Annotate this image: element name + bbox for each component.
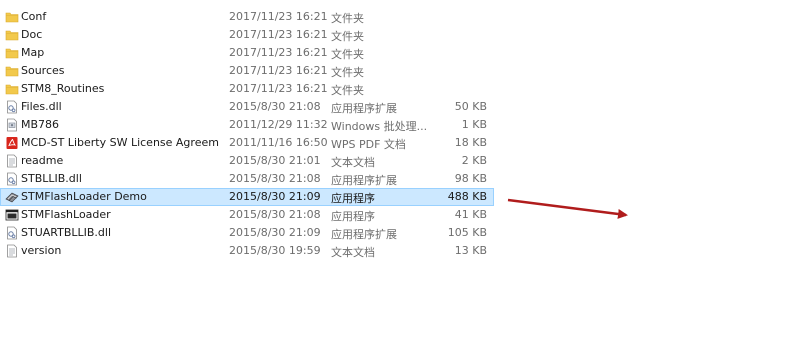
file-name: MB786: [21, 118, 60, 131]
file-row[interactable]: readme 2015/8/30 21:01 文本文档 2 KB: [0, 152, 494, 170]
file-type: 应用程序: [331, 210, 375, 223]
file-size: 18 KB: [454, 136, 487, 149]
batch-file-icon: [7, 118, 17, 132]
file-type: 文件夹: [331, 48, 364, 61]
file-modified-date: 2015/8/30 21:09: [229, 226, 321, 239]
file-type: 应用程序: [331, 192, 375, 205]
folder-icon: [5, 12, 19, 23]
file-size: 98 KB: [454, 172, 487, 185]
file-name: Conf: [21, 10, 47, 23]
file-modified-date: 2015/8/30 21:08: [229, 172, 321, 185]
file-type: 文件夹: [331, 12, 364, 25]
file-row[interactable]: Files.dll 2015/8/30 21:08 应用程序扩展 50 KB: [0, 98, 494, 116]
dll-icon: [7, 172, 17, 186]
file-row[interactable]: Doc 2017/11/23 16:21 文件夹: [0, 26, 494, 44]
file-modified-date: 2017/11/23 16:21: [229, 82, 328, 95]
file-row[interactable]: STMFlashLoader 2015/8/30 21:08 应用程序 41 KB: [0, 206, 494, 224]
flashloader-app-icon: [5, 192, 19, 203]
file-size: 1 KB: [461, 118, 487, 131]
file-modified-date: 2017/11/23 16:21: [229, 10, 328, 23]
file-name: STBLLIB.dll: [21, 172, 82, 185]
file-name: Sources: [21, 64, 65, 77]
file-name: readme: [21, 154, 64, 167]
folder-icon: [5, 66, 19, 77]
file-list: Conf 2017/11/23 16:21 文件夹 Doc 2017/11/23 16:…: [0, 8, 494, 260]
file-modified-date: 2015/8/30 21:09: [229, 190, 321, 203]
file-type: 文本文档: [331, 156, 375, 169]
text-file-icon: [7, 244, 17, 258]
file-name: MCD-ST Liberty SW License Agreeme...: [21, 136, 219, 149]
file-size: 41 KB: [454, 208, 487, 221]
file-row[interactable]: Sources 2017/11/23 16:21 文件夹: [0, 62, 494, 80]
file-modified-date: 2017/11/23 16:21: [229, 46, 328, 59]
file-type: 文件夹: [331, 84, 364, 97]
file-row[interactable]: STMFlashLoader Demo 2015/8/30 21:09 应用程序 48…: [0, 188, 494, 206]
file-name: STMFlashLoader: [21, 208, 111, 221]
pdf-icon: [6, 137, 18, 149]
file-row[interactable]: Conf 2017/11/23 16:21 文件夹: [0, 8, 494, 26]
file-size: 2 KB: [461, 154, 487, 167]
file-name: Map: [21, 46, 45, 59]
file-modified-date: 2015/8/30 19:59: [229, 244, 321, 257]
file-row[interactable]: STUARTBLLIB.dll 2015/8/30 21:09 应用程序扩展 105 …: [0, 224, 494, 242]
file-size: 13 KB: [454, 244, 487, 257]
file-type: WPS PDF 文档: [331, 138, 406, 151]
file-row[interactable]: MCD-ST Liberty SW License Agreeme... 2011…: [0, 134, 494, 152]
file-row[interactable]: version 2015/8/30 19:59 文本文档 13 KB: [0, 242, 494, 260]
folder-icon: [5, 84, 19, 95]
file-modified-date: 2011/11/16 16:50: [229, 136, 328, 149]
file-row[interactable]: Map 2017/11/23 16:21 文件夹: [0, 44, 494, 62]
dll-icon: [7, 226, 17, 240]
file-type: 应用程序扩展: [331, 174, 397, 187]
folder-icon: [5, 48, 19, 59]
file-name: version: [21, 244, 62, 257]
text-file-icon: [7, 154, 17, 168]
file-modified-date: 2011/12/29 11:32: [229, 118, 328, 131]
file-type: 文本文档: [331, 246, 375, 259]
file-type: 文件夹: [331, 66, 364, 79]
file-size: 105 KB: [447, 226, 487, 239]
folder-icon: [5, 30, 19, 41]
file-row[interactable]: STBLLIB.dll 2015/8/30 21:08 应用程序扩展 98 KB: [0, 170, 494, 188]
file-type: 应用程序扩展: [331, 102, 397, 115]
file-size: 488 KB: [447, 190, 487, 203]
file-row[interactable]: STM8_Routines 2017/11/23 16:21 文件夹: [0, 80, 494, 98]
file-row[interactable]: MB786 2011/12/29 11:32 Windows 批处理... 1 KB: [0, 116, 494, 134]
file-name: STUARTBLLIB.dll: [21, 226, 112, 239]
file-name: STMFlashLoader Demo: [21, 190, 147, 203]
file-type: Windows 批处理...: [331, 120, 428, 133]
file-modified-date: 2015/8/30 21:01: [229, 154, 321, 167]
file-name: STM8_Routines: [21, 82, 105, 95]
dll-icon: [7, 100, 17, 114]
file-name: Files.dll: [21, 100, 62, 113]
file-name: Doc: [21, 28, 43, 41]
file-type: 文件夹: [331, 30, 364, 43]
console-app-icon: [5, 209, 19, 221]
file-modified-date: 2017/11/23 16:21: [229, 28, 328, 41]
file-type: 应用程序扩展: [331, 228, 397, 241]
file-size: 50 KB: [454, 100, 487, 113]
file-modified-date: 2015/8/30 21:08: [229, 100, 321, 113]
file-modified-date: 2017/11/23 16:21: [229, 64, 328, 77]
file-modified-date: 2015/8/30 21:08: [229, 208, 321, 221]
